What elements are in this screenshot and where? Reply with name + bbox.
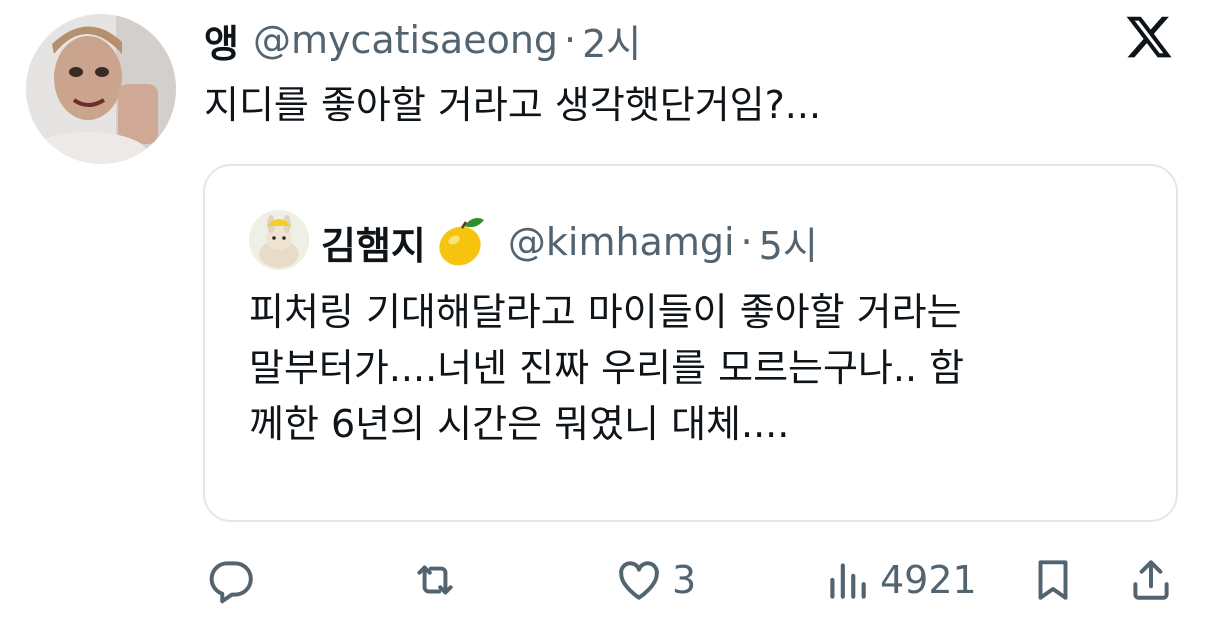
author-handle[interactable]: @mycatisaeong <box>253 18 558 62</box>
avatar-image <box>26 14 176 164</box>
tweet-header: 앵 @mycatisaeong · 2시 <box>204 10 641 70</box>
lemon-icon <box>439 218 484 266</box>
quoted-author-avatar[interactable] <box>249 210 309 270</box>
quoted-separator-dot: · <box>740 220 753 264</box>
quoted-text-line: 말부터가....너넨 진짜 우리를 모르는구나.. 함 <box>249 346 965 390</box>
quoted-tweet-text: 피처링 기대해달라고 마이들이 좋아할 거라는 말부터가....너넨 진짜 우리… <box>249 284 1149 452</box>
share-icon <box>1133 560 1169 600</box>
tweet-action-bar: 3 4921 <box>0 545 1206 615</box>
views-button[interactable]: 4921 <box>822 545 977 615</box>
like-button[interactable]: 3 <box>614 545 696 615</box>
retweet-button[interactable] <box>410 545 460 615</box>
quoted-tweet-header: 김햄지 @kimhamgi · 5시 <box>321 210 818 274</box>
heart-icon <box>619 561 659 600</box>
tweet-text: 지디를 좋아할 거라고 생각햇단거임?... <box>204 83 822 127</box>
tweet-time[interactable]: 2시 <box>582 13 641 68</box>
author-name[interactable]: 앵 <box>204 13 239 68</box>
bookmark-icon <box>1038 560 1068 600</box>
quoted-tweet-card[interactable]: 김햄지 @kimhamgi · 5시 피처링 기대해달라고 마이들이 좋아할 거… <box>203 164 1178 522</box>
like-count: 3 <box>672 558 697 602</box>
bookmark-button[interactable] <box>1028 545 1078 615</box>
separator-dot: · <box>564 18 577 62</box>
quoted-tweet-time[interactable]: 5시 <box>759 215 818 270</box>
quoted-text-line: 피처링 기대해달라고 마이들이 좋아할 거라는 <box>249 290 962 334</box>
quoted-text-line: 께한 6년의 시간은 뭐였니 대체.... <box>249 402 790 446</box>
author-avatar[interactable] <box>26 14 176 164</box>
quoted-avatar-image <box>249 210 309 270</box>
quoted-author-handle[interactable]: @kimhamgi <box>508 220 735 264</box>
reply-button[interactable] <box>206 545 256 615</box>
reply-icon <box>209 561 253 604</box>
views-count: 4921 <box>880 558 977 602</box>
x-logo-icon <box>1126 16 1172 58</box>
quoted-author-name[interactable]: 김햄지 <box>321 215 426 270</box>
retweet-icon <box>417 565 453 595</box>
share-button[interactable] <box>1126 545 1176 615</box>
views-icon <box>830 563 866 599</box>
